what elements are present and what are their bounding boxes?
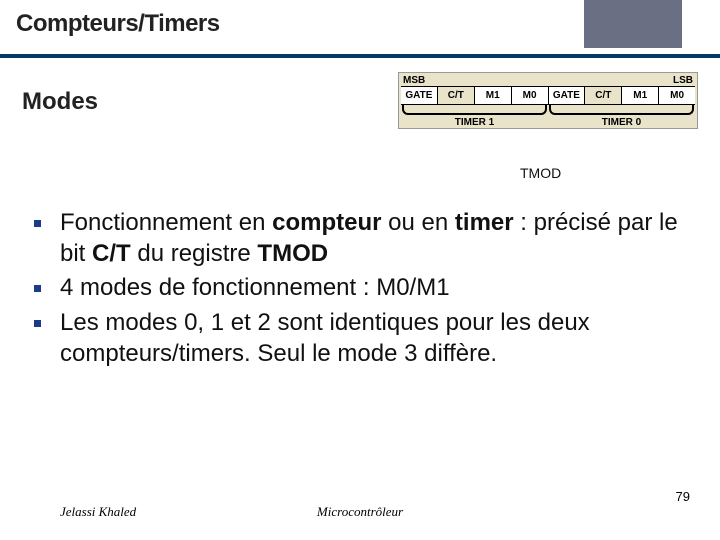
brace-timer1 (402, 105, 547, 115)
tmod-bit: M0 (659, 87, 695, 104)
tmod-bit: M0 (512, 87, 549, 104)
list-item: Fonctionnement en compteur ou en timer :… (14, 208, 702, 269)
footer-center: Microcontrôleur (317, 504, 403, 520)
tmod-bit: C/T (585, 87, 622, 104)
slide-title: Compteurs/Timers (16, 10, 220, 38)
list-item: 4 modes de fonctionnement : M0/M1 (14, 273, 702, 304)
list-item: Les modes 0, 1 et 2 sont identiques pour… (14, 308, 702, 369)
text: Fonctionnement en (60, 209, 272, 236)
slide-subtitle: Modes (22, 88, 98, 116)
page-number: 79 (676, 489, 690, 504)
bold-text: TMOD (257, 240, 328, 267)
text: ou en (382, 209, 455, 236)
footer: Jelassi Khaled Microcontrôleur 79 (0, 490, 720, 520)
bullet-list: Fonctionnement en compteur ou en timer :… (14, 208, 702, 374)
author: Jelassi Khaled (60, 504, 136, 520)
lsb-label: LSB (673, 75, 693, 86)
tmod-bit: C/T (438, 87, 475, 104)
bold-text: timer (455, 209, 514, 236)
tmod-register-diagram: MSB LSB GATE C/T M1 M0 GATE C/T M1 M0 TI… (398, 72, 698, 129)
timer0-label: TIMER 0 (548, 117, 695, 128)
msb-label: MSB (403, 75, 425, 86)
tmod-bit: GATE (401, 87, 438, 104)
tmod-bit: M1 (622, 87, 659, 104)
timer1-label: TIMER 1 (401, 117, 548, 128)
tmod-bit: GATE (549, 87, 586, 104)
tmod-bit: M1 (475, 87, 512, 104)
title-accent-block (584, 0, 682, 48)
brace-timer0 (549, 105, 694, 115)
tmod-caption: TMOD (520, 165, 561, 181)
text: du registre (131, 240, 258, 267)
bold-text: compteur (272, 209, 381, 236)
bold-text: C/T (92, 240, 131, 267)
